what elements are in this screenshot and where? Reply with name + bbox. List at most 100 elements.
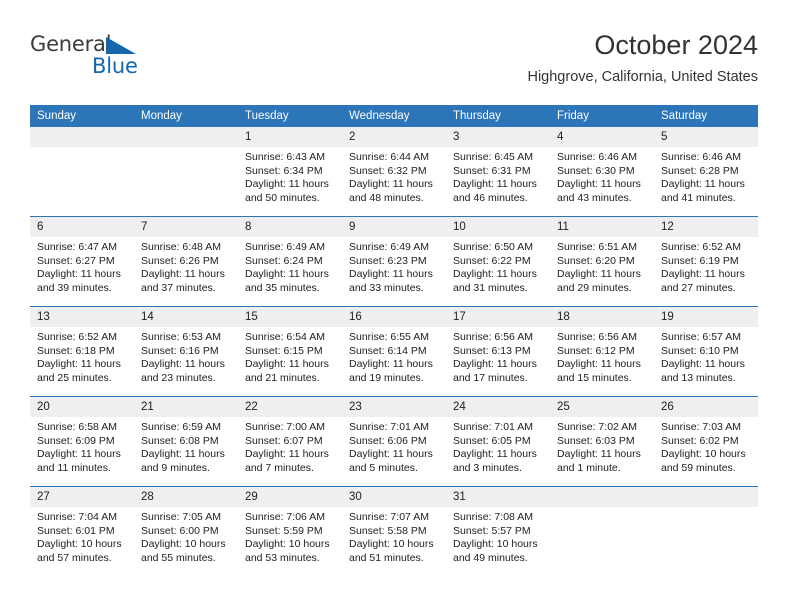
daylight-text: Daylight: 10 hours and 51 minutes. — [349, 538, 434, 564]
day-details: Sunrise: 7:05 AM Sunset: 6:00 PM Daylight:… — [134, 507, 238, 565]
location-subtitle: Highgrove, California, United States — [527, 69, 758, 85]
calendar-day-cell[interactable]: 27 Sunrise: 7:04 AM Sunset: 6:01 PM Dayligh… — [30, 486, 134, 576]
calendar-day-cell[interactable]: 13 Sunrise: 6:52 AM Sunset: 6:18 PM Dayligh… — [30, 306, 134, 397]
sunset-text: Sunset: 6:27 PM — [37, 254, 115, 267]
calendar-day-cell[interactable]: 18 Sunrise: 6:56 AM Sunset: 6:12 PM Dayligh… — [550, 306, 654, 397]
weekday-header-tuesday: Tuesday — [238, 105, 342, 127]
calendar-day-cell[interactable]: 15 Sunrise: 6:54 AM Sunset: 6:15 PM Dayligh… — [238, 306, 342, 397]
calendar-day-cell[interactable]: 4 Sunrise: 6:46 AM Sunset: 6:30 PM Daylight… — [550, 127, 654, 217]
calendar-day-cell[interactable]: 31 Sunrise: 7:08 AM Sunset: 5:57 PM Dayligh… — [446, 486, 550, 576]
calendar-day-cell[interactable]: 19 Sunrise: 6:57 AM Sunset: 6:10 PM Dayligh… — [654, 306, 758, 397]
calendar-day-cell[interactable]: 17 Sunrise: 6:56 AM Sunset: 6:13 PM Dayligh… — [446, 306, 550, 397]
day-number: 2 — [342, 127, 446, 147]
sunset-text: Sunset: 6:09 PM — [37, 434, 115, 447]
sunset-text: Sunset: 6:03 PM — [557, 434, 635, 447]
sunrise-text: Sunrise: 6:51 AM — [557, 241, 637, 253]
sunset-text: Sunset: 6:12 PM — [557, 344, 635, 357]
sunset-text: Sunset: 6:31 PM — [453, 164, 531, 177]
page-title: October 2024 — [594, 30, 758, 60]
day-number: 23 — [342, 397, 446, 417]
sunrise-text: Sunrise: 7:01 AM — [349, 421, 429, 433]
day-details: Sunrise: 6:46 AM Sunset: 6:28 PM Daylight:… — [654, 147, 758, 205]
logo-text-blue: Blue — [92, 54, 138, 78]
calendar-day-cell[interactable]: 26 Sunrise: 7:03 AM Sunset: 6:02 PM Dayligh… — [654, 396, 758, 487]
calendar-day-cell[interactable]: 23 Sunrise: 7:01 AM Sunset: 6:06 PM Dayligh… — [342, 396, 446, 487]
day-number: 3 — [446, 127, 550, 147]
calendar-empty-cell — [550, 486, 654, 576]
sunrise-text: Sunrise: 6:44 AM — [349, 151, 429, 163]
calendar-day-cell[interactable]: 3 Sunrise: 6:45 AM Sunset: 6:31 PM Daylight… — [446, 127, 550, 217]
calendar-day-cell[interactable]: 24 Sunrise: 7:01 AM Sunset: 6:05 PM Dayligh… — [446, 396, 550, 487]
day-number: 16 — [342, 307, 446, 327]
logo-text-general: General — [30, 32, 112, 56]
day-number: 25 — [550, 397, 654, 417]
day-details: Sunrise: 7:06 AM Sunset: 5:59 PM Daylight:… — [238, 507, 342, 565]
daylight-text: Daylight: 11 hours and 33 minutes. — [349, 268, 433, 294]
sunset-text: Sunset: 5:59 PM — [245, 524, 323, 537]
calendar-day-cell[interactable]: 20 Sunrise: 6:58 AM Sunset: 6:09 PM Dayligh… — [30, 396, 134, 487]
daylight-text: Daylight: 11 hours and 50 minutes. — [245, 178, 329, 204]
daylight-text: Daylight: 11 hours and 35 minutes. — [245, 268, 329, 294]
calendar-day-cell[interactable]: 11 Sunrise: 6:51 AM Sunset: 6:20 PM Dayligh… — [550, 216, 654, 307]
calendar-day-cell[interactable]: 28 Sunrise: 7:05 AM Sunset: 6:00 PM Dayligh… — [134, 486, 238, 576]
calendar-empty-cell — [134, 127, 238, 217]
day-number: 30 — [342, 487, 446, 507]
calendar-day-cell[interactable]: 2 Sunrise: 6:44 AM Sunset: 6:32 PM Daylight… — [342, 127, 446, 217]
calendar-week-row: 20 Sunrise: 6:58 AM Sunset: 6:09 PM Dayligh… — [30, 396, 758, 487]
daylight-text: Daylight: 11 hours and 9 minutes. — [141, 448, 225, 474]
sunrise-text: Sunrise: 6:57 AM — [661, 331, 741, 343]
weekday-header-saturday: Saturday — [654, 105, 758, 127]
day-number: 14 — [134, 307, 238, 327]
sunrise-text: Sunrise: 6:54 AM — [245, 331, 325, 343]
sunset-text: Sunset: 5:58 PM — [349, 524, 427, 537]
calendar-day-cell[interactable]: 8 Sunrise: 6:49 AM Sunset: 6:24 PM Daylight… — [238, 216, 342, 307]
calendar-day-cell[interactable]: 22 Sunrise: 7:00 AM Sunset: 6:07 PM Dayligh… — [238, 396, 342, 487]
day-details: Sunrise: 6:48 AM Sunset: 6:26 PM Daylight:… — [134, 237, 238, 295]
day-details: Sunrise: 7:01 AM Sunset: 6:06 PM Daylight:… — [342, 417, 446, 475]
day-details: Sunrise: 7:08 AM Sunset: 5:57 PM Daylight:… — [446, 507, 550, 565]
calendar-day-cell[interactable]: 9 Sunrise: 6:49 AM Sunset: 6:23 PM Daylight… — [342, 216, 446, 307]
day-details: Sunrise: 6:45 AM Sunset: 6:31 PM Daylight:… — [446, 147, 550, 205]
sunrise-text: Sunrise: 6:56 AM — [557, 331, 637, 343]
daylight-text: Daylight: 11 hours and 13 minutes. — [661, 358, 745, 384]
calendar-day-cell[interactable]: 5 Sunrise: 6:46 AM Sunset: 6:28 PM Daylight… — [654, 127, 758, 217]
daylight-text: Daylight: 11 hours and 11 minutes. — [37, 448, 121, 474]
sunset-text: Sunset: 6:34 PM — [245, 164, 323, 177]
sunset-text: Sunset: 6:28 PM — [661, 164, 739, 177]
calendar-day-cell[interactable]: 7 Sunrise: 6:48 AM Sunset: 6:26 PM Daylight… — [134, 216, 238, 307]
calendar-day-cell[interactable]: 14 Sunrise: 6:53 AM Sunset: 6:16 PM Dayligh… — [134, 306, 238, 397]
sunset-text: Sunset: 6:02 PM — [661, 434, 739, 447]
day-number — [550, 487, 654, 507]
sunset-text: Sunset: 6:16 PM — [141, 344, 219, 357]
calendar-day-cell[interactable]: 1 Sunrise: 6:43 AM Sunset: 6:34 PM Daylight… — [238, 127, 342, 217]
day-details: Sunrise: 7:03 AM Sunset: 6:02 PM Daylight:… — [654, 417, 758, 475]
calendar-empty-cell — [30, 127, 134, 217]
sunrise-text: Sunrise: 6:48 AM — [141, 241, 221, 253]
calendar-day-cell[interactable]: 10 Sunrise: 6:50 AM Sunset: 6:22 PM Dayligh… — [446, 216, 550, 307]
general-blue-logo[interactable]: General Blue — [30, 32, 160, 88]
day-details: Sunrise: 7:01 AM Sunset: 6:05 PM Daylight:… — [446, 417, 550, 475]
day-number: 27 — [30, 487, 134, 507]
sunset-text: Sunset: 6:13 PM — [453, 344, 531, 357]
calendar-week-row: 6 Sunrise: 6:47 AM Sunset: 6:27 PM Daylight… — [30, 216, 758, 307]
calendar-day-cell[interactable]: 16 Sunrise: 6:55 AM Sunset: 6:14 PM Dayligh… — [342, 306, 446, 397]
sunrise-text: Sunrise: 7:03 AM — [661, 421, 741, 433]
sunrise-text: Sunrise: 7:07 AM — [349, 511, 429, 523]
daylight-text: Daylight: 10 hours and 55 minutes. — [141, 538, 226, 564]
day-number: 29 — [238, 487, 342, 507]
sunset-text: Sunset: 6:30 PM — [557, 164, 635, 177]
calendar-day-cell[interactable]: 30 Sunrise: 7:07 AM Sunset: 5:58 PM Dayligh… — [342, 486, 446, 576]
sunrise-text: Sunrise: 6:46 AM — [661, 151, 741, 163]
daylight-text: Daylight: 11 hours and 23 minutes. — [141, 358, 225, 384]
calendar-day-cell[interactable]: 6 Sunrise: 6:47 AM Sunset: 6:27 PM Daylight… — [30, 216, 134, 307]
calendar-day-cell[interactable]: 21 Sunrise: 6:59 AM Sunset: 6:08 PM Dayligh… — [134, 396, 238, 487]
sunrise-text: Sunrise: 6:47 AM — [37, 241, 117, 253]
calendar-day-cell[interactable]: 25 Sunrise: 7:02 AM Sunset: 6:03 PM Dayligh… — [550, 396, 654, 487]
weekday-header-thursday: Thursday — [446, 105, 550, 127]
calendar-day-cell[interactable]: 12 Sunrise: 6:52 AM Sunset: 6:19 PM Dayligh… — [654, 216, 758, 307]
day-number — [654, 487, 758, 507]
day-details: Sunrise: 6:55 AM Sunset: 6:14 PM Daylight:… — [342, 327, 446, 385]
day-number: 11 — [550, 217, 654, 237]
sunset-text: Sunset: 6:24 PM — [245, 254, 323, 267]
calendar-day-cell[interactable]: 29 Sunrise: 7:06 AM Sunset: 5:59 PM Dayligh… — [238, 486, 342, 576]
